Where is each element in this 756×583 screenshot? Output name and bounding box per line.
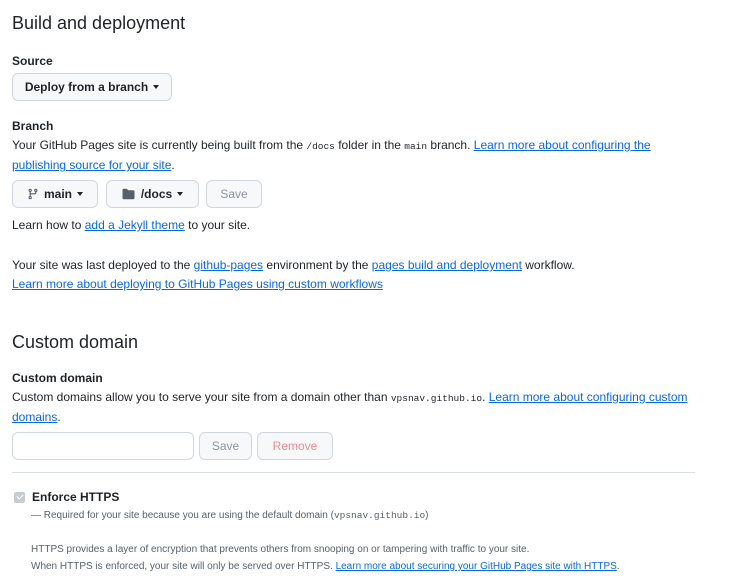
custom-domain-save-button[interactable]: Save	[199, 432, 252, 460]
jekyll-suffix: to your site.	[184, 218, 251, 232]
branch-label: Branch	[12, 119, 54, 133]
required-note-end: )	[425, 510, 429, 521]
securing-https-link[interactable]: Learn more about securing your GitHub Pa…	[336, 561, 617, 572]
last-deployed-line: Your site was last deployed to the githu…	[12, 258, 575, 272]
caret-down-icon	[177, 192, 184, 196]
section-divider	[12, 472, 695, 473]
required-note-text: — Required for your site because you are…	[31, 510, 334, 521]
branch-desc-end: .	[171, 158, 175, 172]
jekyll-theme-line: Learn how to add a Jekyll theme to your …	[12, 218, 250, 232]
github-pages-env-link[interactable]: github-pages	[194, 258, 263, 272]
jekyll-prefix: Learn how to	[12, 218, 85, 232]
branch-desc-text-2: folder in the	[334, 138, 405, 152]
enforce-https-row: Enforce HTTPS	[14, 490, 119, 504]
custom-domain-heading: Custom domain	[12, 332, 139, 352]
folder-select-button[interactable]: /docs	[106, 180, 199, 208]
custom-domain-desc-text: Custom domains allow you to serve your s…	[12, 390, 391, 404]
source-label: Source	[12, 54, 53, 68]
custom-workflows-line: Learn more about deploying to GitHub Pag…	[12, 277, 383, 291]
checkbox-checked-icon[interactable]	[14, 491, 25, 503]
branch-desc-folder: /docs	[306, 141, 335, 152]
https-info-line-1: HTTPS provides a layer of encryption tha…	[31, 544, 530, 555]
branch-description: Your GitHub Pages site is currently bein…	[12, 136, 702, 175]
custom-domain-desc-end: .	[57, 410, 61, 424]
source-dropdown[interactable]: Deploy from a branch	[12, 73, 172, 101]
custom-domain-input[interactable]	[12, 432, 194, 460]
branch-desc-text-3: branch.	[427, 138, 474, 152]
folder-icon	[122, 188, 135, 200]
caret-down-icon	[77, 192, 83, 196]
jekyll-theme-link[interactable]: add a Jekyll theme	[85, 218, 185, 232]
workflow-link[interactable]: pages build and deployment	[372, 258, 522, 272]
build-deployment-heading: Build and deployment	[12, 13, 186, 33]
branch-select-button[interactable]: main	[12, 180, 98, 208]
custom-workflows-link[interactable]: Learn more about deploying to GitHub Pag…	[12, 277, 383, 291]
deployed-text-1: Your site was last deployed to the	[12, 258, 194, 272]
source-dropdown-label: Deploy from a branch	[24, 80, 149, 94]
folder-select-label: /docs	[140, 187, 173, 201]
custom-domain-desc-text-2: .	[482, 390, 489, 404]
enforce-https-label: Enforce HTTPS	[32, 490, 120, 504]
branch-select-label: main	[43, 187, 72, 201]
deployed-text-2: environment by the	[263, 258, 372, 272]
git-branch-icon	[28, 188, 38, 200]
https-required-note: — Required for your site because you are…	[31, 510, 429, 521]
custom-domain-description: Custom domains allow you to serve your s…	[12, 388, 702, 427]
https-info-text: When HTTPS is enforced, your site will o…	[31, 561, 336, 572]
custom-domain-default: vpsnav.github.io	[390, 393, 483, 404]
required-note-domain: vpsnav.github.io	[333, 510, 426, 521]
custom-domain-label: Custom domain	[12, 371, 103, 385]
deployed-text-3: workflow.	[521, 258, 575, 272]
custom-domain-remove-button[interactable]: Remove	[257, 432, 333, 460]
branch-desc-branch: main	[404, 141, 428, 152]
https-info-end: .	[616, 561, 620, 572]
branch-desc-text: Your GitHub Pages site is currently bein…	[12, 138, 307, 152]
branch-save-button[interactable]: Save	[206, 180, 262, 208]
https-info-line-2: When HTTPS is enforced, your site will o…	[31, 561, 620, 572]
caret-down-icon	[153, 85, 160, 89]
